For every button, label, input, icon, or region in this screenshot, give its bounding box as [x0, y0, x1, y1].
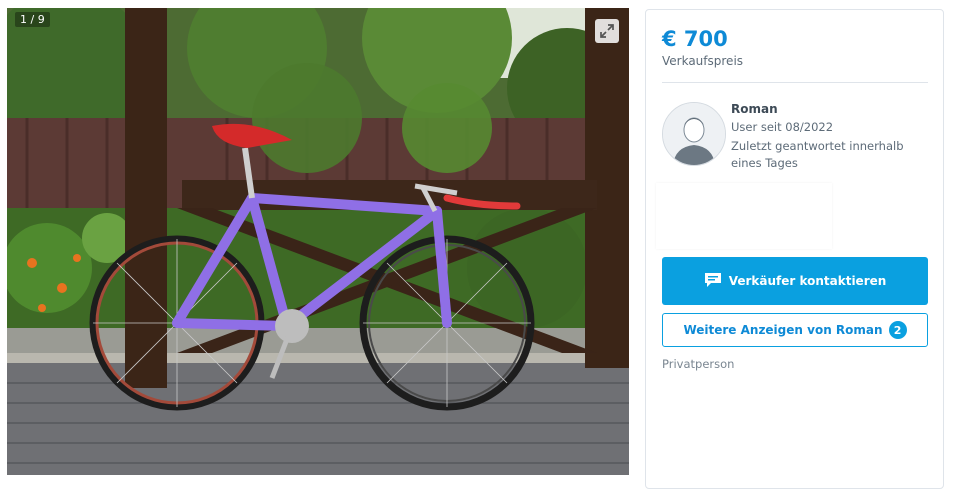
contact-seller-button[interactable]: Verkäufer kontaktieren — [662, 257, 928, 305]
divider — [662, 82, 928, 83]
ad-placeholder — [656, 183, 832, 249]
seller-type: Privatperson — [662, 357, 735, 371]
chat-icon — [704, 272, 722, 291]
user-avatar-icon[interactable] — [662, 102, 726, 166]
bicycle-photo — [7, 8, 629, 475]
listing-photo[interactable]: 1 / 9 — [7, 8, 629, 475]
price-label: Verkaufspreis — [662, 54, 744, 68]
more-ads-button[interactable]: Weitere Anzeigen von Roman 2 — [662, 313, 928, 347]
response-time: Zuletzt geantwortet innerhalb eines Tage… — [731, 139, 904, 170]
listing-price: € 700 — [662, 27, 728, 51]
listing-sidebar: € 700 Verkaufspreis Roman User seit 08/2… — [645, 9, 944, 489]
more-ads-count-badge: 2 — [888, 321, 907, 339]
contact-seller-label: Verkäufer kontaktieren — [728, 274, 887, 288]
expand-icon[interactable] — [595, 19, 619, 43]
member-since: User seit 08/2022 — [731, 120, 834, 134]
seller-name[interactable]: Roman — [731, 102, 778, 116]
more-ads-label: Weitere Anzeigen von Roman — [683, 323, 883, 337]
image-counter: 1 / 9 — [15, 12, 50, 27]
